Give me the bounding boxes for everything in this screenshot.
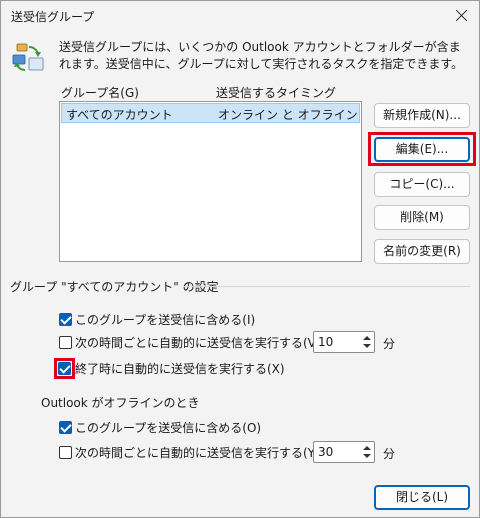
stepper-arrows[interactable] (361, 333, 373, 351)
group-list[interactable]: すべてのアカウント オンライン と オフライン (59, 101, 362, 262)
copy-button[interactable]: コピー(C)... (374, 172, 470, 197)
include-online-checkbox[interactable] (59, 313, 72, 326)
close-button[interactable]: 閉じる(L) (374, 485, 470, 510)
online-interval-stepper[interactable]: 10 (313, 331, 375, 353)
offline-section-heading: Outlook がオフラインのとき (41, 396, 200, 410)
include-offline-label[interactable]: このグループを送受信に含める(O) (75, 419, 261, 436)
offline-interval-value[interactable]: 30 (318, 445, 333, 459)
column-header-group-name[interactable]: グループ名(G) (61, 84, 139, 101)
offline-interval-unit: 分 (383, 447, 396, 461)
online-interval-value[interactable]: 10 (318, 335, 333, 349)
group-settings-divider (183, 286, 471, 287)
group-timing-cell: オンライン と オフライン (218, 108, 358, 122)
on-exit-label[interactable]: 終了時に自動的に送受信を実行する(X) (75, 360, 285, 377)
stepper-down-icon[interactable] (363, 454, 371, 458)
edit-button[interactable]: 編集(E)... (374, 137, 470, 162)
stepper-up-icon[interactable] (363, 446, 371, 450)
on-exit-checkbox[interactable] (58, 362, 71, 375)
send-receive-icon (12, 43, 44, 71)
column-header-timing[interactable]: 送受信するタイミング (216, 84, 336, 101)
auto-offline-checkbox[interactable] (59, 446, 72, 459)
auto-online-checkbox[interactable] (59, 336, 72, 349)
close-icon[interactable] (451, 5, 473, 27)
stepper-down-icon[interactable] (363, 344, 371, 348)
send-receive-groups-dialog: 送受信グループ 送受信グループには、いくつかの Outlook アカウントとフォ… (0, 0, 480, 518)
window-title: 送受信グループ (11, 10, 95, 24)
auto-offline-label[interactable]: 次の時間ごとに自動的に送受信を実行する(Y) (75, 444, 320, 461)
dialog-description: 送受信グループには、いくつかの Outlook アカウントとフォルダーが含まれま… (59, 40, 464, 71)
title-bar: 送受信グループ (1, 1, 479, 31)
offline-interval-stepper[interactable]: 30 (313, 441, 375, 463)
include-offline-checkbox[interactable] (59, 421, 72, 434)
rename-button[interactable]: 名前の変更(R) (374, 239, 470, 264)
delete-button[interactable]: 削除(M) (374, 205, 470, 230)
online-interval-unit: 分 (383, 337, 396, 351)
include-online-label[interactable]: このグループを送受信に含める(I) (75, 311, 255, 328)
stepper-arrows[interactable] (361, 443, 373, 461)
list-item[interactable]: すべてのアカウント オンライン と オフライン (61, 103, 360, 123)
auto-online-label[interactable]: 次の時間ごとに自動的に送受信を実行する(V) (75, 334, 321, 351)
group-name-cell: すべてのアカウント (66, 108, 173, 122)
new-button[interactable]: 新規作成(N)... (374, 103, 470, 128)
stepper-up-icon[interactable] (363, 336, 371, 340)
